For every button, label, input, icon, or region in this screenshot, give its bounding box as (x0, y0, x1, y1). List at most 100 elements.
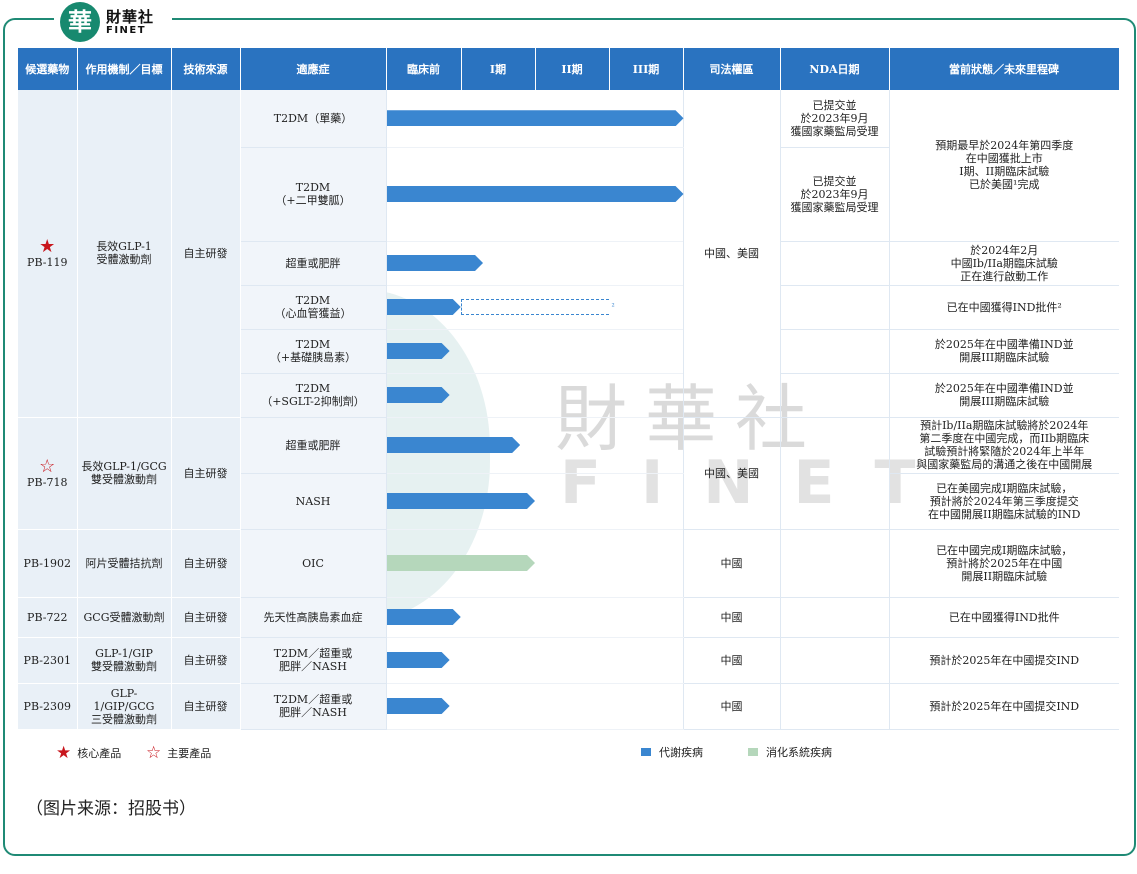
image-source-caption: （图片来源：招股书） (26, 799, 196, 819)
status-cell: 於2025年在中國準備IND並 開展III期臨床試驗 (888, 329, 1119, 374)
jurisdiction-cell: 中國、美國 (682, 417, 780, 530)
drug-name: PB-2309 (18, 683, 78, 730)
header-mechanism: 作用機制／目標 (77, 48, 172, 90)
indication-cell: T2DM （+基礎胰島素） (240, 329, 387, 374)
header-phase2: II期 (535, 48, 610, 90)
mechanism-cell: GLP-1/GIP/GCG 三受體激動劑 (77, 683, 172, 730)
jurisdiction-cell: 中國 (682, 683, 780, 730)
jurisdiction-cell: 中國 (682, 529, 780, 598)
nda-date-cell (779, 637, 889, 684)
progress-bar (387, 698, 450, 714)
status-cell: 預計Ib/IIa期臨床試驗將於2024年 第二季度在中國完成，而IIb期臨床 試… (888, 417, 1119, 474)
drug-cell-pb119: ★ PB-119 (18, 90, 78, 418)
nda-date-cell (779, 529, 889, 598)
progress-bar (387, 186, 684, 202)
indication-cell: T2DM／超重或 肥胖／NASH (240, 683, 387, 730)
progress-cell (386, 329, 683, 374)
progress-bar (387, 110, 684, 126)
status-cell: 預計於2025年在中國提交IND (888, 683, 1119, 730)
table-row: PB-2301 GLP-1/GIP 雙受體激動劑 自主研發 T2DM／超重或 肥… (18, 637, 1119, 684)
nda-date-cell (779, 285, 889, 330)
status-cell: 已在美國完成I期臨床試驗， 預計將於2024年第三季度提交 在中國開展II期臨床… (888, 473, 1119, 530)
source-cell: 自主研發 (171, 637, 241, 684)
progress-bar (387, 343, 450, 359)
legend-metabolic-label: 代謝疾病 (659, 746, 703, 759)
header-candidate: 候選藥物 (18, 48, 78, 90)
nda-date-cell (779, 597, 889, 638)
indication-cell: 超重或肥胖 (240, 241, 387, 286)
header-status: 當前狀態／未來里程碑 (889, 48, 1120, 90)
table-row: PB-2309 GLP-1/GIP/GCG 三受體激動劑 自主研發 T2DM／超… (18, 683, 1119, 730)
header-row: 候選藥物 作用機制／目標 技術來源 適應症 臨床前 I期 II期 III期 司法… (18, 48, 1120, 90)
header-phase1: I期 (461, 48, 536, 90)
header-jurisdiction: 司法權區 (683, 48, 781, 90)
indication-cell: T2DM（單藥） (240, 90, 387, 148)
legend-core-label: 核心產品 (77, 747, 122, 760)
core-star-icon: ★ (56, 743, 72, 763)
legend-major-label: 主要產品 (167, 747, 212, 760)
source-cell: 自主研發 (171, 417, 241, 530)
mechanism-cell: 阿片受體拮抗劑 (77, 529, 172, 598)
legend-core-product: ★ 核心產品 (56, 744, 121, 762)
metabolic-swatch (641, 748, 651, 756)
progress-cell (386, 241, 683, 286)
status-cell: 預期最早於2024年第四季度 在中國獲批上市 I期、II期臨床試驗 已於美國¹完… (888, 90, 1119, 242)
jurisdiction-cell: 中國、美國 (682, 90, 780, 418)
indication-cell: T2DM／超重或 肥胖／NASH (240, 637, 387, 684)
nda-date-cell (779, 373, 889, 418)
nda-date-cell (779, 417, 889, 530)
digestive-swatch (748, 748, 758, 756)
planned-progress-dashed-bar (460, 299, 610, 315)
nda-date-cell (779, 329, 889, 374)
progress-cell (386, 90, 684, 148)
source-cell: 自主研發 (171, 90, 241, 418)
indication-cell: 超重或肥胖 (240, 417, 387, 474)
status-cell: 已在中國獲得IND批件² (888, 285, 1119, 330)
indication-cell: 先天性高胰島素血症 (240, 597, 387, 638)
nda-date-cell (779, 241, 889, 286)
mechanism-cell: 長效GLP-1 受體激動劑 (77, 90, 172, 418)
drug-name: PB-119 (27, 255, 68, 269)
progress-cell (386, 597, 683, 638)
legend-digestive-label: 消化系統疾病 (766, 746, 832, 759)
finet-logo: 華 財華社 FINET (54, 0, 172, 44)
jurisdiction-cell: 中國 (682, 637, 780, 684)
progress-bar (387, 299, 461, 315)
progress-bar (387, 609, 461, 625)
indication-cell: OIC (240, 529, 387, 598)
major-product-star-icon: ☆ (39, 455, 56, 477)
mechanism-cell: GCG受體激動劑 (77, 597, 172, 638)
major-star-icon: ☆ (146, 743, 162, 763)
nda-date-cell: 已提交並 於2023年9月 獲國家藥監局受理 (779, 90, 889, 148)
indication-cell: T2DM （+SGLT-2抑制劑） (240, 373, 387, 418)
nda-date-cell (779, 683, 889, 730)
header-phase3: III期 (609, 48, 684, 90)
progress-bar (387, 652, 450, 668)
progress-cell (386, 417, 683, 474)
table-row: PB-722 GCG受體激動劑 自主研發 先天性高胰島素血症 中國 已在中國獲得… (18, 597, 1119, 638)
source-cell: 自主研發 (171, 683, 241, 730)
drug-name: PB-1902 (18, 529, 78, 598)
logo-english-name: FINET (106, 25, 147, 36)
progress-bar (387, 255, 484, 271)
header-nda-date: NDA日期 (780, 48, 890, 90)
progress-cell (386, 683, 683, 730)
header-preclinical: 臨床前 (386, 48, 462, 90)
header-indication: 適應症 (240, 48, 387, 90)
mechanism-cell: 長效GLP-1/GCG 雙受體激動劑 (77, 417, 172, 530)
progress-cell: ² (386, 285, 683, 330)
status-cell: 已在中國完成I期臨床試驗， 預計將於2025年在中國 開展II期臨床試驗 (888, 529, 1119, 598)
progress-cell (386, 529, 683, 598)
progress-cell (386, 373, 683, 418)
indication-cell: T2DM （心血管獲益） (240, 285, 387, 330)
source-cell: 自主研發 (171, 529, 241, 598)
progress-cell (386, 637, 683, 684)
progress-cell (386, 147, 684, 242)
drug-name: PB-718 (27, 475, 68, 489)
progress-cell (386, 473, 683, 530)
drug-name: PB-722 (18, 597, 78, 638)
table-row: ☆ PB-718 長效GLP-1/GCG 雙受體激動劑 自主研發 超重或肥胖 中… (18, 417, 1119, 530)
legend-major-product: ☆ 主要產品 (146, 744, 211, 762)
jurisdiction-cell: 中國 (682, 597, 780, 638)
drug-cell-pb718: ☆ PB-718 (18, 417, 78, 530)
